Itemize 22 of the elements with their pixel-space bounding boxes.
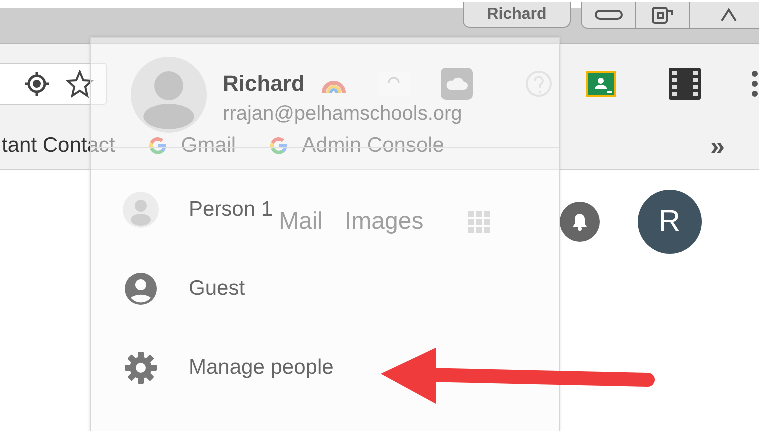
menu-item[interactable]: Person 1: [91, 170, 278, 249]
notification-bell-icon[interactable]: [560, 202, 600, 242]
menu-item[interactable]: Manage people: [91, 328, 338, 407]
profile-button[interactable]: Richard: [463, 2, 571, 28]
menu-icon[interactable]: [751, 70, 759, 98]
caret-icon: [719, 7, 739, 23]
menu-item[interactable]: Guest: [91, 249, 250, 328]
minimize-icon: [594, 9, 624, 21]
guest-person-icon: [124, 272, 158, 306]
settings-icon: [124, 350, 158, 384]
location-target-icon[interactable]: [24, 70, 50, 96]
profile-name: Richard: [223, 71, 305, 97]
profile-email: rrajan@pelhamschools.org: [223, 103, 462, 126]
classroom-board-icon[interactable]: [585, 70, 617, 98]
bookmarks-overflow-button[interactable]: »: [710, 130, 725, 162]
address-field[interactable]: [0, 62, 107, 104]
restore-icon: [650, 5, 676, 25]
film-strip-icon[interactable]: [669, 68, 701, 100]
bookmark-link[interactable]: tant Contact: [2, 134, 116, 158]
star-icon[interactable]: [66, 70, 94, 98]
account-avatar[interactable]: R: [638, 190, 702, 254]
person-avatar-icon: [123, 192, 159, 228]
